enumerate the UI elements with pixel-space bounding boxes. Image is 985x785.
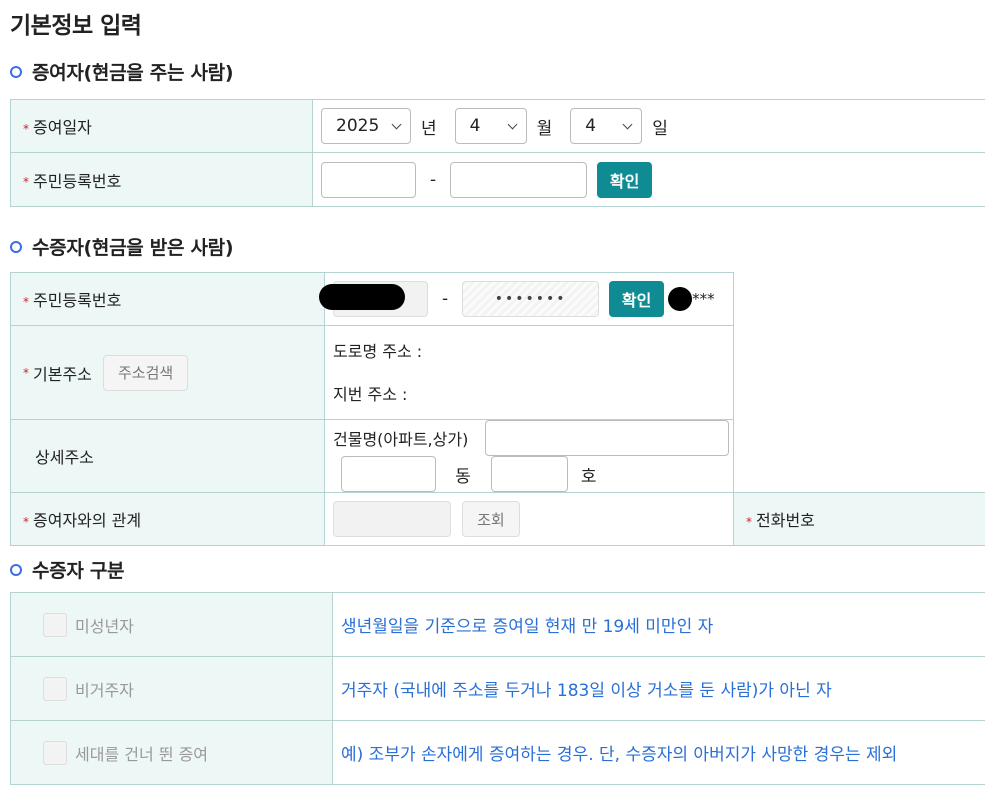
month-unit: 월 <box>537 114 553 139</box>
year-select[interactable]: 2025 <box>321 108 411 144</box>
section-bullet-icon <box>10 564 22 576</box>
recipient-section-title: 수증자(현금을 받은 사람) <box>10 233 233 260</box>
non-resident-label: 비거주자 <box>75 681 134 700</box>
address-value-cell: 도로명 주소 : 지번 주소 : <box>325 326 734 420</box>
relation-label-cell: * 증여자와의 관계 <box>11 493 325 546</box>
required-mark: * <box>746 515 752 529</box>
detail-address-label-cell: 상세주소 <box>11 420 325 493</box>
page-title: 기본정보 입력 <box>10 6 141 40</box>
section-bullet-icon <box>10 66 22 78</box>
relation-label: 증여자와의 관계 <box>33 511 141 530</box>
donation-date-label-cell: * 증여일자 <box>11 100 313 153</box>
detail-address-value-cell: 건물명(아파트,상가) 동 호 <box>325 420 734 493</box>
ho-input[interactable] <box>491 456 568 492</box>
required-mark: * <box>23 122 29 136</box>
recipient-section-title-text: 수증자(현금을 받은 사람) <box>32 233 233 260</box>
masked-name-suffix: *** <box>692 290 715 308</box>
relation-lookup-button[interactable]: 조회 <box>462 501 520 537</box>
lot-address-label: 지번 주소 : <box>333 373 733 416</box>
address-label: 기본주소 <box>33 365 92 384</box>
road-address-label: 도로명 주소 : <box>333 330 733 373</box>
non-resident-description: 거주자 (국내에 주소를 두거나 183일 이상 거소를 둔 사람)가 아닌 자 <box>341 681 832 701</box>
donor-section-title: 증여자(현금을 주는 사람) <box>10 58 233 85</box>
category-section-title-text: 수증자 구분 <box>32 556 124 583</box>
building-name-label: 건물명(아파트,상가) <box>333 430 468 449</box>
rrn-dash: - <box>442 289 448 309</box>
chevron-down-icon <box>623 119 633 129</box>
donor-form-table: * 증여일자 2025 년 4 월 4 일 * 주민등록번호 - 확인 <box>10 99 985 207</box>
donor-rrn-label-cell: * 주민등록번호 <box>11 153 313 207</box>
minor-checkbox[interactable] <box>43 613 67 637</box>
category-desc-cell: 거주자 (국내에 주소를 두거나 183일 이상 거소를 둔 사람)가 아닌 자 <box>333 657 985 721</box>
donor-rrn-label: 주민등록번호 <box>33 172 121 191</box>
category-row: 미성년자 생년월일을 기준으로 증여일 현재 만 19세 미만인 자 <box>11 593 985 657</box>
recipient-rrn-label-cell: * 주민등록번호 <box>11 273 325 326</box>
minor-description: 생년월일을 기준으로 증여일 현재 만 19세 미만인 자 <box>341 617 713 637</box>
donation-date-label: 증여일자 <box>33 118 92 137</box>
recipient-rrn-back-input: ••••••• <box>462 281 599 317</box>
generation-skip-description: 예) 조부가 손자에게 증여하는 경우. 단, 수증자의 아버지가 사망한 경우… <box>341 745 897 765</box>
donation-date-value-cell: 2025 년 4 월 4 일 <box>313 100 985 153</box>
chevron-down-icon <box>507 119 517 129</box>
category-label-cell: 세대를 건너 뛴 증여 <box>11 721 333 785</box>
donor-section-title-text: 증여자(현금을 주는 사람) <box>32 58 233 85</box>
required-mark: * <box>23 175 29 189</box>
day-select-value: 4 <box>585 116 596 136</box>
category-section-title: 수증자 구분 <box>10 556 124 583</box>
recipient-form-table: * 주민등록번호 -••••••• 확인 *** * 기본주소 주소검색 도로명 주소 … <box>10 272 985 546</box>
phone-label-cell: * 전화번호 <box>734 493 985 546</box>
category-row: 세대를 건너 뛴 증여 예) 조부가 손자에게 증여하는 경우. 단, 수증자의… <box>11 721 985 785</box>
non-resident-checkbox[interactable] <box>43 677 67 701</box>
category-desc-cell: 예) 조부가 손자에게 증여하는 경우. 단, 수증자의 아버지가 사망한 경우… <box>333 721 985 785</box>
dong-input[interactable] <box>341 456 436 492</box>
month-select-value: 4 <box>470 116 481 136</box>
required-mark: * <box>23 515 29 529</box>
address-label-cell: * 기본주소 주소검색 <box>11 326 325 420</box>
relation-value-cell: 조회 <box>325 493 734 546</box>
redaction-mark <box>319 284 405 310</box>
category-table: 미성년자 생년월일을 기준으로 증여일 현재 만 19세 미만인 자 비거주자 … <box>10 592 985 785</box>
recipient-confirm-button[interactable]: 확인 <box>609 281 664 317</box>
donor-rrn-front-input[interactable] <box>321 162 416 198</box>
year-unit: 년 <box>421 114 437 139</box>
generation-skip-checkbox[interactable] <box>43 741 67 765</box>
donor-confirm-button[interactable]: 확인 <box>597 162 652 198</box>
category-label-cell: 미성년자 <box>11 593 333 657</box>
year-select-value: 2025 <box>336 116 379 136</box>
required-mark: * <box>23 295 29 309</box>
generation-skip-label: 세대를 건너 뛴 증여 <box>75 745 208 764</box>
donor-rrn-back-input[interactable] <box>450 162 587 198</box>
required-mark: * <box>23 366 29 380</box>
building-name-input[interactable] <box>485 420 729 456</box>
chevron-down-icon <box>392 119 402 129</box>
recipient-rrn-label: 주민등록번호 <box>33 291 121 310</box>
donor-rrn-value-cell: - 확인 <box>313 153 985 207</box>
detail-address-label: 상세주소 <box>35 448 94 467</box>
section-bullet-icon <box>10 241 22 253</box>
relation-input <box>333 501 451 537</box>
category-row: 비거주자 거주자 (국내에 주소를 두거나 183일 이상 거소를 둔 사람)가… <box>11 657 985 721</box>
dong-unit: 동 <box>455 462 471 487</box>
address-search-button[interactable]: 주소검색 <box>103 355 188 391</box>
redaction-mark <box>668 287 692 311</box>
rrn-dash: - <box>430 170 436 190</box>
day-select[interactable]: 4 <box>570 108 642 144</box>
category-desc-cell: 생년월일을 기준으로 증여일 현재 만 19세 미만인 자 <box>333 593 985 657</box>
minor-label: 미성년자 <box>75 617 134 636</box>
day-unit: 일 <box>652 114 668 139</box>
phone-label: 전화번호 <box>756 511 815 530</box>
month-select[interactable]: 4 <box>455 108 527 144</box>
category-label-cell: 비거주자 <box>11 657 333 721</box>
ho-unit: 호 <box>581 462 597 487</box>
